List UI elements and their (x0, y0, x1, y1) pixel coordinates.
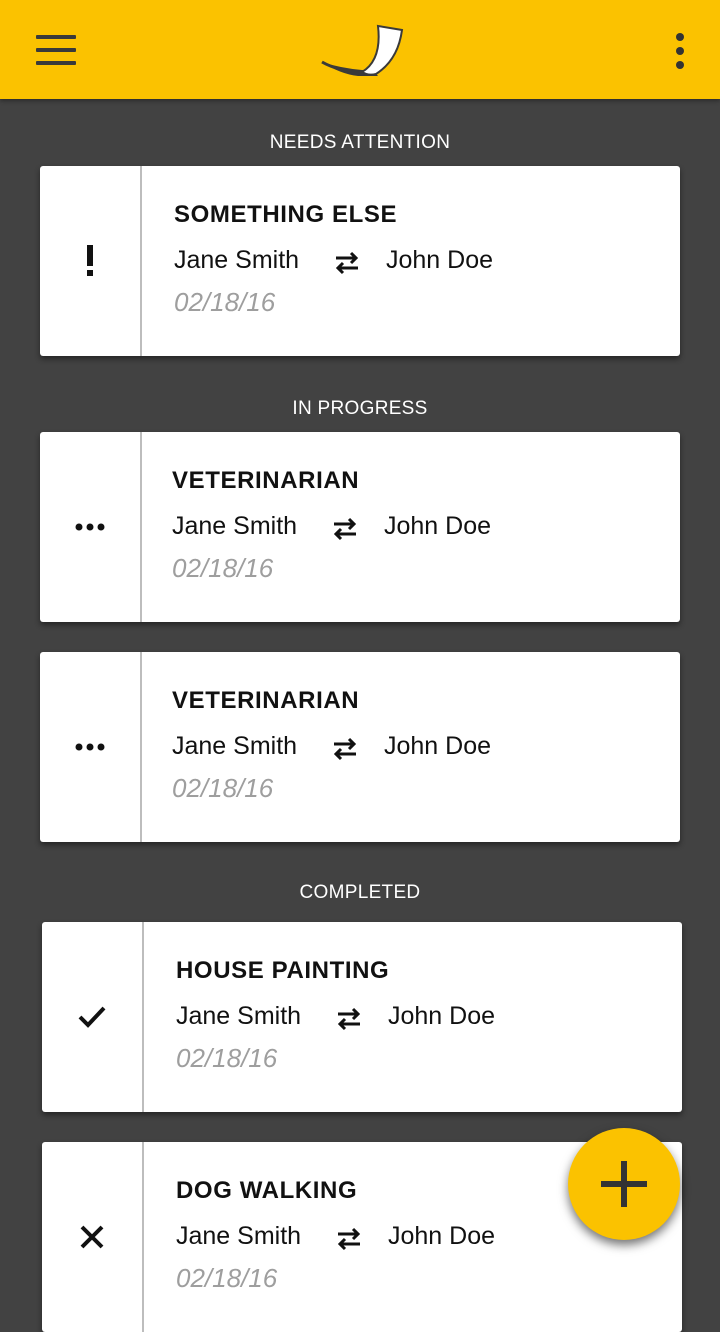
card-title: DOG WALKING (176, 1177, 358, 1204)
app-bar (0, 0, 720, 99)
requester-name: Jane Smith (176, 1002, 302, 1030)
requester-name: Jane Smith (172, 732, 298, 760)
swap-horizontal-icon (337, 1227, 361, 1251)
close-icon (80, 1225, 104, 1249)
exclamation-icon (87, 245, 93, 276)
card-title: SOMETHING ELSE (174, 201, 398, 228)
ellipsis-icon (75, 523, 105, 531)
card-title: VETERINARIAN (172, 687, 360, 714)
provider-name: John Doe (384, 512, 492, 540)
request-card[interactable]: VETERINARIAN Jane Smith John Doe 02/18/1… (40, 432, 680, 622)
requester-name: Jane Smith (174, 246, 300, 274)
status-column (40, 166, 142, 356)
card-date: 02/18/16 (172, 553, 274, 583)
provider-name: John Doe (386, 246, 494, 274)
provider-name: John Doe (384, 732, 492, 760)
swap-horizontal-icon (333, 517, 357, 541)
swap-horizontal-icon (333, 737, 357, 761)
card-date: 02/18/16 (176, 1263, 278, 1293)
requester-name: Jane Smith (172, 512, 298, 540)
request-card[interactable]: VETERINARIAN Jane Smith John Doe 02/18/1… (40, 652, 680, 842)
provider-name: John Doe (388, 1002, 496, 1030)
checkmark-icon (78, 1006, 106, 1028)
section-header-needs-attention: NEEDS ATTENTION (269, 132, 451, 153)
section-header-completed: COMPLETED (299, 882, 421, 903)
section-header-in-progress: IN PROGRESS (292, 398, 428, 419)
app-logo-icon (321, 24, 404, 76)
card-title: VETERINARIAN (172, 467, 360, 494)
status-column (42, 922, 144, 1112)
swap-horizontal-icon (337, 1007, 361, 1031)
status-column (40, 652, 142, 842)
swap-horizontal-icon (335, 251, 359, 275)
card-date: 02/18/16 (174, 287, 276, 317)
plus-icon (601, 1161, 647, 1207)
ellipsis-icon (75, 743, 105, 751)
hamburger-menu-icon[interactable] (26, 26, 86, 74)
request-card[interactable]: SOMETHING ELSE Jane Smith John Doe 02/18… (40, 166, 680, 356)
request-card[interactable]: HOUSE PAINTING Jane Smith John Doe 02/18… (42, 922, 682, 1112)
more-vert-icon[interactable] (660, 26, 700, 76)
add-request-button[interactable] (568, 1128, 680, 1240)
requester-name: Jane Smith (176, 1222, 302, 1250)
status-column (40, 432, 142, 622)
status-column (42, 1142, 144, 1332)
card-title: HOUSE PAINTING (176, 957, 390, 984)
card-date: 02/18/16 (172, 773, 274, 803)
provider-name: John Doe (388, 1222, 496, 1250)
card-date: 02/18/16 (176, 1043, 278, 1073)
